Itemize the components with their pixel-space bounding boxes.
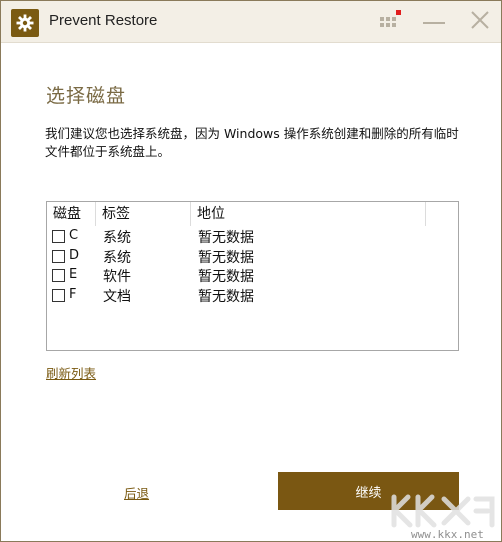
gear-icon xyxy=(11,9,39,37)
page-heading: 选择磁盘 xyxy=(46,85,127,107)
drive-letter: F xyxy=(69,287,77,302)
checkbox[interactable] xyxy=(52,289,65,302)
table-row[interactable]: E 软件 暂无数据 xyxy=(47,266,458,286)
back-link[interactable]: 后退 xyxy=(124,483,149,502)
drive-status: 暂无数据 xyxy=(198,250,254,266)
drive-letter: E xyxy=(69,267,78,282)
drive-label: 软件 xyxy=(103,269,131,285)
drive-label: 文档 xyxy=(103,289,131,305)
app-window: Prevent Restore 选择磁盘 我们建议您也选择系统盘，因为 Wind… xyxy=(0,0,502,542)
column-header-label[interactable]: 标签 xyxy=(96,202,190,226)
column-divider xyxy=(425,202,426,226)
drive-letter: D xyxy=(69,248,80,263)
table-row[interactable]: F 文档 暂无数据 xyxy=(47,286,458,306)
drive-status: 暂无数据 xyxy=(198,230,254,246)
checkbox[interactable] xyxy=(52,250,65,263)
drive-letter: C xyxy=(69,228,79,243)
disk-list[interactable]: 磁盘 标签 地位 C 系统 暂无数据 D 系统 暂无数据 E 软件 暂无数据 F… xyxy=(46,201,459,351)
column-header-status[interactable]: 地位 xyxy=(191,202,425,226)
table-row[interactable]: C 系统 暂无数据 xyxy=(47,227,458,247)
title-bar[interactable]: Prevent Restore xyxy=(1,1,501,43)
close-button[interactable] xyxy=(465,7,495,35)
menu-grid-icon[interactable] xyxy=(378,10,404,30)
minimize-button[interactable] xyxy=(419,7,449,35)
refresh-list-link[interactable]: 刷新列表 xyxy=(46,363,96,382)
checkbox[interactable] xyxy=(52,230,65,243)
watermark-url: www.kkx.net xyxy=(411,528,484,541)
checkbox[interactable] xyxy=(52,269,65,282)
drive-label: 系统 xyxy=(103,250,131,266)
list-header: 磁盘 标签 地位 xyxy=(47,202,458,226)
continue-button-label: 继续 xyxy=(355,485,382,501)
table-row[interactable]: D 系统 暂无数据 xyxy=(47,247,458,267)
drive-status: 暂无数据 xyxy=(198,269,254,285)
window-title: Prevent Restore xyxy=(49,12,158,29)
description-text: 我们建议您也选择系统盘，因为 Windows 操作系统创建和删除的所有临时文件都… xyxy=(45,126,459,159)
drive-label: 系统 xyxy=(103,230,131,246)
column-header-disk[interactable]: 磁盘 xyxy=(47,202,95,226)
drive-status: 暂无数据 xyxy=(198,289,254,305)
